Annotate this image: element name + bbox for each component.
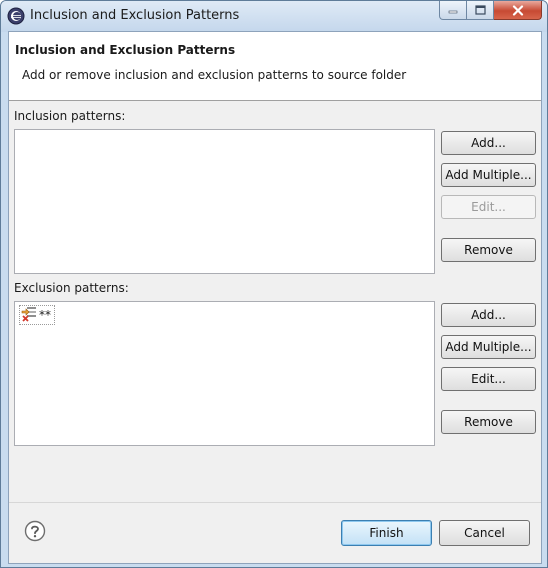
maximize-button[interactable] xyxy=(467,1,494,20)
minimize-button[interactable] xyxy=(439,1,467,20)
page-description: Add or remove inclusion and exclusion pa… xyxy=(22,68,407,82)
maximize-icon xyxy=(474,5,486,15)
dialog-header: Inclusion and Exclusion Patterns Add or … xyxy=(9,32,541,101)
exclusion-add-button[interactable]: Add... xyxy=(441,303,536,327)
cancel-button[interactable]: Cancel xyxy=(439,520,530,546)
question-mark-icon[interactable] xyxy=(24,520,46,542)
close-icon xyxy=(512,4,523,16)
dialog-client-area: Inclusion and Exclusion Patterns Add or … xyxy=(8,31,542,564)
inclusion-edit-button[interactable]: Edit... xyxy=(441,195,536,219)
minimize-icon xyxy=(448,10,458,14)
eclipse-app-icon xyxy=(7,7,25,25)
window-title: Inclusion and Exclusion Patterns xyxy=(30,8,240,23)
exclusion-pattern-icon xyxy=(21,306,37,325)
inclusion-add-multiple-button[interactable]: Add Multiple... xyxy=(441,163,536,187)
page-title: Inclusion and Exclusion Patterns xyxy=(15,43,236,57)
list-item[interactable]: ** xyxy=(19,305,55,325)
footer-divider xyxy=(9,502,541,503)
dialog-window: Inclusion and Exclusion Patterns Inclusi… xyxy=(0,0,548,568)
exclusion-remove-button[interactable]: Remove xyxy=(441,410,536,434)
close-button[interactable] xyxy=(494,1,542,20)
exclusion-patterns-list[interactable]: ** xyxy=(14,301,435,446)
finish-button[interactable]: Finish xyxy=(341,520,432,546)
exclusion-patterns-label: Exclusion patterns: xyxy=(14,281,129,295)
inclusion-add-button[interactable]: Add... xyxy=(441,131,536,155)
exclusion-add-multiple-button[interactable]: Add Multiple... xyxy=(441,335,536,359)
exclusion-pattern-text: ** xyxy=(39,308,51,322)
inclusion-patterns-list[interactable] xyxy=(14,129,435,274)
inclusion-patterns-label: Inclusion patterns: xyxy=(14,109,126,123)
inclusion-remove-button[interactable]: Remove xyxy=(441,238,536,262)
title-bar[interactable]: Inclusion and Exclusion Patterns xyxy=(1,1,547,32)
exclusion-edit-button[interactable]: Edit... xyxy=(441,367,536,391)
